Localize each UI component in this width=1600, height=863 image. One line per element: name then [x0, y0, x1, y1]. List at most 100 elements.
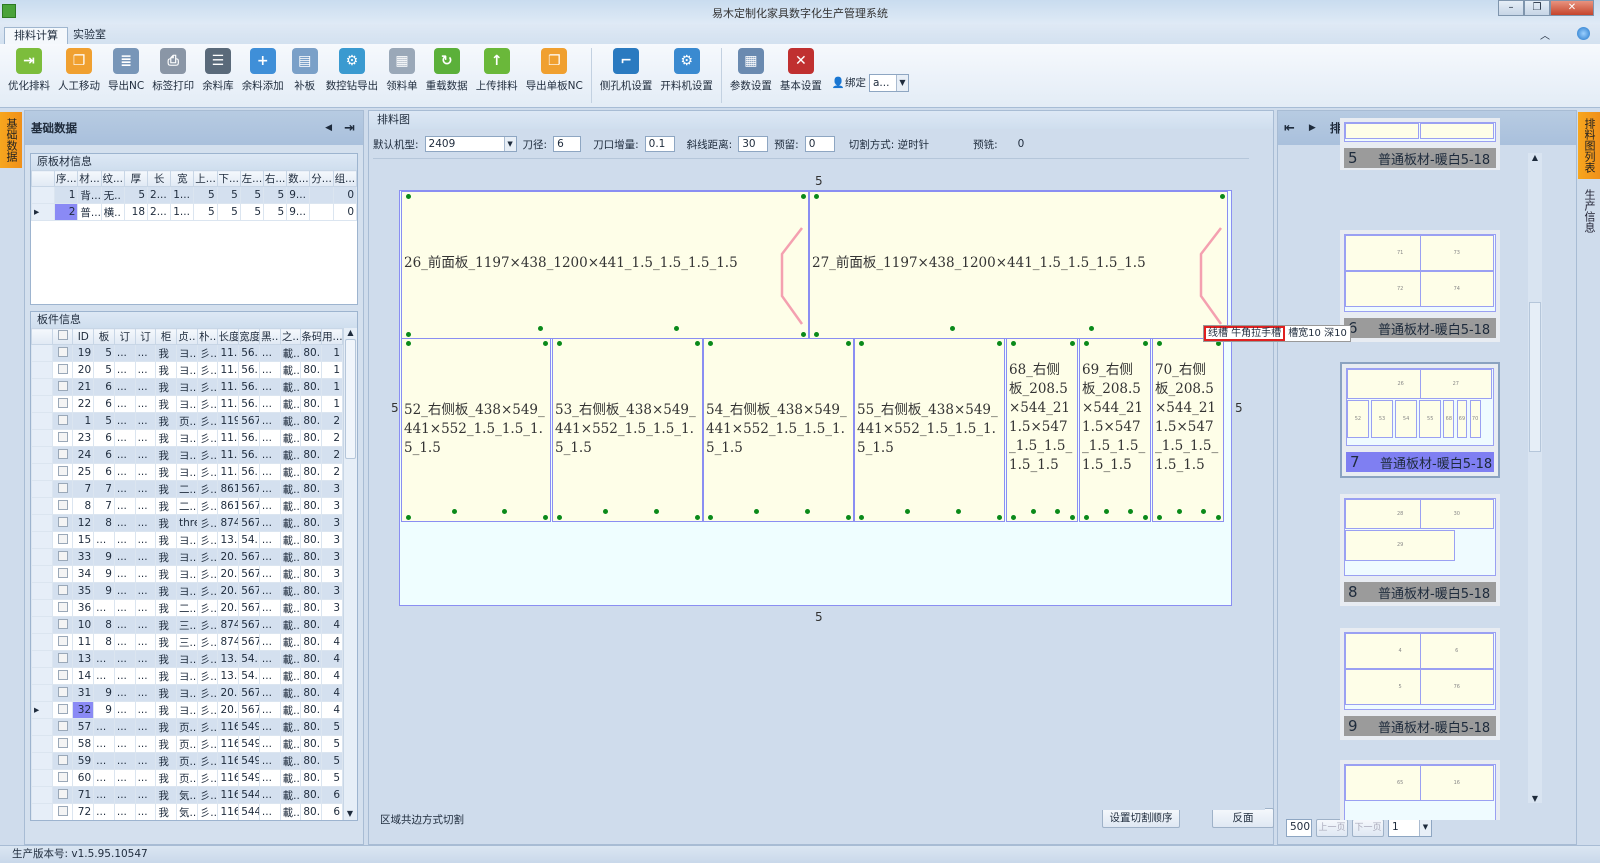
table-row[interactable]: 15......我页..彡..1192567...載..80...2 [31, 412, 343, 430]
checkbox[interactable] [57, 720, 68, 731]
column-header[interactable]: 序... [54, 170, 79, 187]
row-checkbox[interactable] [51, 446, 74, 464]
table-row[interactable]: 256......我ヨ..彡..11...56......載..80...2 [31, 463, 343, 481]
table-row[interactable]: 319......我ヨ..彡..20...567...載..80...4 [31, 684, 343, 702]
parts-scrollbar[interactable]: ▲ ▼ [343, 328, 357, 820]
prev-page-button[interactable]: 上一页 [1316, 819, 1348, 837]
checkbox[interactable] [57, 363, 68, 374]
table-row[interactable]: 128......我three..彡..874567...載..80...3 [31, 514, 343, 532]
reload-button[interactable]: ↻ 重载数据 [422, 44, 472, 107]
checkbox[interactable] [57, 431, 68, 442]
checkbox[interactable] [57, 516, 68, 527]
vtab-basic-data[interactable]: 基础数据 [0, 112, 22, 168]
column-header[interactable]: 订 [134, 328, 157, 345]
table-row[interactable]: 108......我三..彡..874567...載..80...4 [31, 616, 343, 634]
side-drill-settings-button[interactable]: ⌐ 侧孔机设置 [596, 44, 657, 107]
column-header[interactable]: 右... [263, 170, 288, 187]
row-checkbox[interactable] [51, 684, 74, 702]
table-row[interactable]: 13.........我ヨ..彡..13...54......載..80...4 [31, 650, 343, 668]
scroll-thumb[interactable] [345, 339, 356, 459]
machine-select[interactable]: 2409 ▼ [424, 136, 517, 152]
table-row[interactable]: 118......我三..彡..874567...載..80...4 [31, 633, 343, 651]
nesting-canvas[interactable]: 26_前面板_1197×438_1200×441_1.5_1.5_1.5_1.5… [375, 160, 1351, 810]
column-header[interactable]: 板 [93, 328, 115, 345]
upload-button[interactable]: ↑ 上传排料 [472, 44, 522, 107]
collapse-left-icon[interactable]: ◀ [325, 123, 332, 133]
nesting-piece[interactable]: 52_右侧板_438×549_441×552_1.5_1.5_1.5_1.5 [401, 338, 551, 522]
column-header[interactable]: 数... [286, 170, 311, 187]
vtab-sheet-list[interactable]: 排料图列表 [1578, 112, 1600, 179]
row-checkbox[interactable] [51, 395, 74, 413]
page-size-input[interactable]: 500 [1286, 819, 1312, 837]
cnc-drill-export-button[interactable]: ⚙ 数控钻导出 [322, 44, 383, 107]
dock-icon[interactable]: ⇤ [1284, 121, 1295, 136]
column-header[interactable]: 长 [147, 170, 172, 187]
column-header[interactable]: 柜 [155, 328, 178, 345]
checkbox[interactable] [57, 584, 68, 595]
checkbox[interactable] [57, 533, 68, 544]
checkbox[interactable] [57, 754, 68, 765]
column-header[interactable]: 订 [113, 328, 136, 345]
table-row[interactable]: 246......我ヨ..彡..11...56......載..80...2 [31, 446, 343, 464]
checkbox[interactable] [57, 601, 68, 612]
bind-select[interactable]: a... ▼ [868, 73, 909, 92]
column-header[interactable]: 用... [321, 328, 343, 345]
tab-lab[interactable]: 实验室 [64, 27, 115, 44]
checkbox[interactable] [57, 737, 68, 748]
column-header[interactable]: ID [72, 328, 95, 345]
expand-icon[interactable]: ▶ [1309, 123, 1316, 133]
checkbox[interactable] [57, 465, 68, 476]
nesting-piece[interactable]: 70_右侧板_208.5×544_211.5×547_1.5_1.5_1.5_1… [1152, 338, 1224, 522]
checkbox[interactable] [57, 771, 68, 782]
table-row[interactable]: 59.........我页..彡..1161549...載..80...5 [31, 752, 343, 770]
add-remnant-button[interactable]: + 余料添加 [238, 44, 288, 107]
material-list-button[interactable]: ▦ 领料单 [382, 44, 422, 107]
table-row[interactable]: 87......我二..彡..861567...載..80...3 [31, 497, 343, 515]
tool-input[interactable]: 6 [553, 136, 582, 152]
export-nc-button[interactable]: ≣ 导出NC [104, 44, 148, 107]
chevron-down-icon[interactable]: ▼ [503, 137, 516, 151]
row-checkbox[interactable] [51, 633, 74, 651]
row-checkbox[interactable] [51, 548, 74, 566]
column-header[interactable]: 黑.. [258, 328, 281, 345]
select-all-checkbox[interactable] [51, 328, 74, 345]
row-checkbox[interactable] [51, 378, 74, 396]
sheet-thumbnail[interactable]: 26 27 52 53 54 55 68 69 70 7 普通板材-暖白5-18 [1340, 362, 1500, 478]
table-row[interactable]: 72.........我気..彡..1161544...載..80...6 [31, 803, 343, 820]
table-row[interactable]: ▸329......我ヨ..彡..20...567...載..80...4 [31, 701, 343, 719]
table-row[interactable]: ▸ 2 普... 横.. 18 2... 1... 5 5 5 5 9... 0 [30, 203, 358, 221]
help-icon[interactable] [1577, 27, 1590, 40]
table-row[interactable]: 359......我ヨ..彡..20...567...載..80...3 [31, 582, 343, 600]
nesting-piece[interactable]: 54_右侧板_438×549_441×552_1.5_1.5_1.5_1.5 [703, 338, 854, 522]
checkbox[interactable] [57, 346, 68, 357]
column-header[interactable]: 条码 [300, 328, 323, 345]
table-row[interactable]: 226......我ヨ..彡..11...56......載..80...1 [31, 395, 343, 413]
nesting-piece[interactable]: 69_右侧板_208.5×544_211.5×547_1.5_1.5_1.5_1… [1079, 338, 1151, 522]
column-header[interactable]: 分... [309, 170, 334, 187]
row-checkbox[interactable] [51, 786, 74, 804]
cutter-settings-button[interactable]: ⚙ 开料机设置 [656, 44, 717, 107]
checkbox[interactable] [57, 788, 68, 799]
patch-board-button[interactable]: ▤ 补板 [288, 44, 322, 107]
column-header[interactable]: 长度 [217, 328, 240, 345]
remnant-library-button[interactable]: ☰ 余料库 [198, 44, 238, 107]
row-checkbox[interactable] [51, 650, 74, 668]
table-row[interactable]: 349......我ヨ..彡..20...567...載..80...3 [31, 565, 343, 583]
checkbox[interactable] [57, 805, 68, 816]
row-checkbox[interactable] [51, 429, 74, 447]
row-checkbox[interactable] [51, 752, 74, 770]
column-header[interactable]: 朴.. [196, 328, 219, 345]
checkbox[interactable] [57, 499, 68, 510]
set-cut-order-button[interactable]: 设置切割顺序 [1102, 808, 1180, 828]
table-row[interactable]: 58.........我页..彡..1161549...載..80...5 [31, 735, 343, 753]
row-checkbox[interactable] [51, 701, 74, 719]
table-row[interactable]: 77......我二..彡..861567...載..80...3 [31, 480, 343, 498]
row-checkbox[interactable] [51, 803, 74, 820]
row-checkbox[interactable] [51, 412, 74, 430]
reverse-side-button[interactable]: 反面 [1212, 808, 1274, 828]
table-row[interactable]: 1 背... 无.. 5 2... 1... 5 5 5 5 9... 0 [30, 186, 358, 204]
minimize-button[interactable]: – [1498, 0, 1524, 16]
reserve-input[interactable]: 0 [804, 136, 835, 152]
checkbox[interactable] [57, 703, 68, 714]
chevron-down-icon[interactable]: ▼ [1419, 820, 1431, 836]
